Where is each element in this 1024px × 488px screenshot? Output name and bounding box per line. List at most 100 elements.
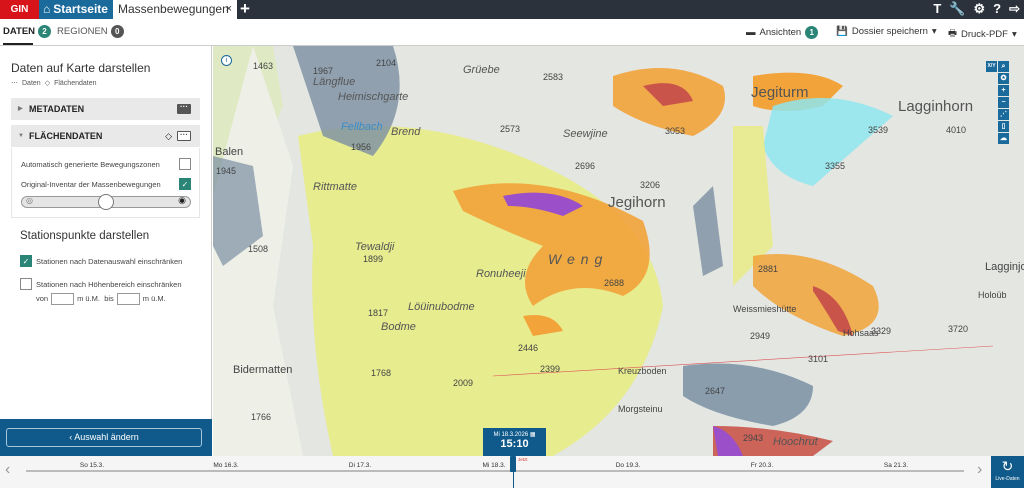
- now-label: Jetzt: [518, 457, 528, 462]
- timeline-track[interactable]: [26, 470, 964, 472]
- map-label: Löüinubodme: [408, 301, 475, 313]
- map-label: Holoüb: [978, 290, 1007, 300]
- map-toolbar: X/Y ⌕ ✪ + − ⋰ ▯ ☁: [986, 61, 1010, 144]
- zoom-in-button[interactable]: +: [998, 85, 1009, 96]
- measure-icon[interactable]: ⋰: [998, 109, 1009, 120]
- caret-right-icon: ▶: [18, 106, 23, 112]
- elevation-label: 2688: [604, 278, 625, 288]
- eye-icon: ◉: [178, 195, 186, 205]
- map[interactable]: Jegihorn Jegiturm Lagginhorn Weng Weissm…: [213, 46, 1024, 456]
- elevation-label: 2573: [500, 124, 521, 134]
- current-time-box[interactable]: Mi 18.3.2026 ▦ 15:10: [483, 428, 546, 456]
- slider-handle[interactable]: [98, 194, 114, 210]
- map-label: Grüebe: [463, 64, 500, 76]
- count-badge: 1: [805, 26, 819, 39]
- dots-icon: ⋯: [11, 80, 18, 87]
- views-button[interactable]: ▬ Ansichten 1: [746, 26, 819, 39]
- tab-label: Massenbewegungen: [118, 2, 229, 16]
- tab-massenbewegungen[interactable]: Massenbewegungen ×: [113, 0, 237, 19]
- save-dossier-button[interactable]: 💾 Dossier speichern ▾: [836, 26, 937, 37]
- legend-area: Flächendaten: [54, 79, 97, 87]
- to-label: bis: [104, 293, 114, 303]
- elevation-label: 2104: [376, 58, 397, 68]
- elevation-label: 1967: [313, 66, 334, 76]
- elevation-label: 1899: [363, 254, 384, 264]
- elevation-label: 1508: [248, 244, 269, 254]
- height-to-input[interactable]: [116, 293, 140, 305]
- print-pdf-button[interactable]: 🖶 Druck-PDF ▾: [948, 26, 1017, 42]
- map-label: Bidermatten: [233, 364, 293, 376]
- help-icon[interactable]: ?: [993, 1, 1001, 17]
- map-label: Weng: [548, 251, 609, 267]
- print-label: Druck-PDF: [960, 28, 1008, 40]
- map-label: Tewaldji: [355, 241, 395, 253]
- polygon-icon[interactable]: ◇: [165, 125, 172, 147]
- day-label: Di 17.3.: [348, 462, 372, 469]
- legend: ⋯ Daten ◇ Flächendaten: [11, 79, 97, 88]
- panel-metadaten[interactable]: ▶ METADATEN ···: [11, 98, 200, 120]
- history-icon: ↻: [1001, 458, 1014, 474]
- map-label: Lagginjoch: [985, 261, 1024, 273]
- tab-regionen[interactable]: REGIONEN 0: [57, 25, 124, 38]
- more-icon[interactable]: ···: [177, 131, 191, 141]
- live-data-button[interactable]: ↻ Live-Daten: [991, 456, 1024, 488]
- coordinates-button[interactable]: X/Y: [986, 61, 997, 72]
- save-label: Dossier speichern: [851, 26, 928, 37]
- map-label: Längflue: [313, 76, 356, 88]
- zoom-out-button[interactable]: −: [998, 97, 1009, 108]
- map-label: Fellbach: [341, 121, 383, 133]
- home-icon: ⌂: [43, 2, 51, 16]
- text-icon[interactable]: T: [933, 1, 941, 17]
- brand-logo[interactable]: GIN: [0, 0, 39, 19]
- elevation-label: 2009: [453, 378, 474, 388]
- opacity-slider[interactable]: ◎ ◉: [21, 194, 191, 210]
- unit-label: m ü.M.: [142, 293, 166, 303]
- live-label: Live-Daten: [995, 476, 1020, 482]
- map-label: Morgsteinu: [618, 404, 663, 414]
- elevation-label: 1945: [216, 166, 237, 176]
- tab-daten[interactable]: DATEN 2: [3, 25, 52, 38]
- info-icon[interactable]: i: [221, 55, 232, 66]
- more-icon[interactable]: ···: [177, 103, 191, 114]
- chevron-right-icon[interactable]: ›: [977, 461, 982, 479]
- cloud-icon[interactable]: ☁: [998, 133, 1009, 144]
- crosshair-icon[interactable]: ✪: [998, 73, 1009, 84]
- search-icon[interactable]: ⌕: [998, 61, 1009, 72]
- height-from-input[interactable]: [51, 293, 75, 305]
- chevron-left-icon[interactable]: ‹: [5, 461, 10, 479]
- home-label: Startseite: [53, 2, 108, 16]
- count-badge: 0: [110, 25, 124, 38]
- map-label: Brend: [391, 126, 421, 138]
- map-book-icon[interactable]: ▯: [998, 121, 1009, 132]
- elevation-label: 2881: [758, 264, 779, 274]
- logout-icon[interactable]: ⇨: [1009, 1, 1020, 17]
- add-tab-button[interactable]: +: [240, 0, 250, 19]
- count-badge: 2: [38, 25, 52, 38]
- from-label: von: [36, 293, 49, 303]
- timeline-handle[interactable]: [510, 456, 516, 472]
- day-label: Sa 21.3.: [883, 462, 909, 469]
- wrench-icon[interactable]: 🔧: [949, 1, 965, 17]
- map-label: Lagginhorn: [898, 98, 974, 115]
- tab-home[interactable]: ⌂ Startseite: [39, 0, 113, 19]
- layer-label: Original-Inventar der Massenbewegungen: [21, 180, 161, 189]
- elevation-label: 2446: [518, 343, 539, 353]
- station-checkbox-data[interactable]: ✓: [20, 255, 32, 267]
- elevation-label: 2949: [750, 331, 771, 341]
- calendar-icon[interactable]: ▦: [530, 432, 536, 438]
- map-label: Heimischgarte: [338, 91, 409, 103]
- station-checkbox-height[interactable]: [20, 278, 32, 290]
- section-title: Daten auf Karte darstellen: [11, 61, 151, 75]
- panel-flaechendaten[interactable]: ▼ FLÄCHENDATEN ◇ ···: [11, 125, 200, 147]
- gear-icon[interactable]: ⚙: [973, 1, 985, 17]
- timeline[interactable]: ‹ So 15.3. Mo 16.3. Di 17.3. Mi 18.3. Do…: [0, 456, 1024, 488]
- map-label: Kreuzboden: [618, 366, 667, 376]
- top-bar: GIN ⌂ Startseite Massenbewegungen × + T 🔧 …: [0, 0, 1024, 19]
- elevation-label: 1956: [351, 142, 372, 152]
- change-selection-button[interactable]: ‹ Auswahl ändern: [6, 428, 202, 447]
- elevation-label: 3206: [640, 180, 661, 190]
- layer-checkbox-auto[interactable]: [179, 158, 191, 170]
- layer-checkbox-inventar[interactable]: ✓: [179, 178, 191, 190]
- close-icon[interactable]: ×: [226, 0, 232, 19]
- map-label: Weissmieshütte: [733, 304, 797, 314]
